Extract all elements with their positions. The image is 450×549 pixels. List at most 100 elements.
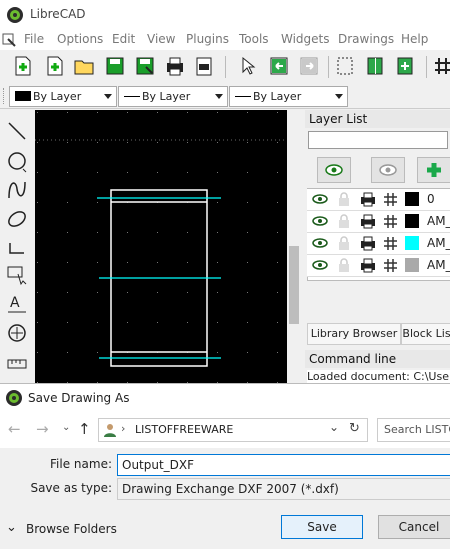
toolbar-separator	[328, 56, 329, 78]
circle-tool-icon[interactable]	[6, 150, 30, 174]
file-name-input[interactable]: Output_DXF	[117, 454, 450, 476]
select-tool-icon[interactable]	[6, 264, 30, 288]
menu-widgets[interactable]: Widgets	[281, 32, 330, 46]
add-block-icon[interactable]	[394, 55, 416, 77]
toolbar-grip	[3, 88, 7, 104]
printer-icon[interactable]	[360, 236, 376, 251]
add-layer-button[interactable]	[417, 157, 450, 183]
dialog-title: Save Drawing As	[28, 391, 130, 405]
redo-icon[interactable]	[298, 55, 320, 77]
printer-icon[interactable]	[360, 192, 376, 207]
grid-icon[interactable]	[432, 55, 450, 77]
new-file-icon[interactable]	[12, 55, 34, 77]
show-all-layers-button[interactable]	[317, 157, 351, 183]
ellipse-tool-icon[interactable]	[6, 208, 30, 230]
eye-hidden-icon	[379, 164, 397, 176]
lock-icon[interactable]	[337, 214, 351, 229]
tab-block-list[interactable]: Block Lis	[401, 323, 450, 345]
pen-type-select[interactable]: By Layer	[229, 86, 348, 107]
block-icon[interactable]	[364, 55, 386, 77]
layer-row[interactable]: AM_	[307, 255, 450, 277]
search-placeholder: Search LISTO	[384, 423, 450, 436]
back-arrow-icon[interactable]: ←	[8, 420, 21, 438]
construction-grid-icon[interactable]	[383, 214, 398, 229]
layer-color-swatch[interactable]	[405, 214, 419, 228]
drawing-canvas[interactable]	[35, 110, 287, 385]
save-type-select[interactable]: Drawing Exchange DXF 2007 (*.dxf)	[117, 478, 450, 500]
printer-icon[interactable]	[360, 214, 376, 229]
browse-folders-toggle[interactable]: ⌄ Browse Folders	[6, 520, 126, 540]
lock-icon[interactable]	[337, 258, 351, 273]
spline-tool-icon[interactable]	[6, 178, 28, 202]
line-tool-icon[interactable]	[6, 120, 28, 142]
svg-text:A: A	[10, 295, 20, 311]
construction-grid-icon[interactable]	[383, 236, 398, 251]
print-preview-icon[interactable]	[193, 55, 215, 77]
layer-row[interactable]: AM_	[307, 211, 450, 233]
open-folder-icon[interactable]	[73, 55, 95, 77]
select-window-icon[interactable]	[334, 55, 356, 77]
menu-view[interactable]: View	[147, 32, 175, 46]
menu-drawings[interactable]: Drawings	[338, 32, 394, 46]
app-menu-icon[interactable]	[2, 33, 16, 47]
cancel-button[interactable]: Cancel	[378, 515, 450, 539]
menu-tools[interactable]: Tools	[239, 32, 269, 46]
layer-color-swatch[interactable]	[405, 192, 419, 206]
path-separator: ›	[121, 422, 126, 435]
layer-row[interactable]: AM_	[307, 233, 450, 255]
up-arrow-icon[interactable]: ↑	[78, 420, 91, 438]
search-box[interactable]: Search LISTO	[377, 418, 450, 442]
toolbar-separator	[225, 56, 226, 78]
text-tool-icon[interactable]: A	[6, 292, 30, 316]
path-dropdown-chevron-icon[interactable]: ⌄	[329, 420, 339, 434]
layer-color-swatch[interactable]	[405, 258, 419, 272]
snap-tool-icon[interactable]	[6, 322, 30, 346]
layer-color-swatch[interactable]	[405, 236, 419, 250]
history-chevron-icon[interactable]: ⌄	[62, 422, 70, 433]
save-button[interactable]: Save	[281, 515, 363, 539]
eye-icon[interactable]	[311, 258, 329, 272]
print-icon[interactable]	[164, 55, 186, 77]
layer-name: AM_	[427, 258, 450, 272]
dimension-tool-icon[interactable]	[6, 352, 30, 376]
lock-icon[interactable]	[337, 236, 351, 251]
lock-icon[interactable]	[337, 192, 351, 207]
polyline-tool-icon[interactable]	[6, 237, 28, 259]
forward-arrow-icon[interactable]: →	[36, 420, 49, 438]
eye-icon[interactable]	[311, 236, 329, 250]
menu-file[interactable]: File	[24, 32, 44, 46]
layer-list-title: Layer List	[309, 112, 368, 126]
menu-options[interactable]: Options	[57, 32, 103, 46]
printer-icon[interactable]	[360, 258, 376, 273]
canvas-vertical-scrollbar[interactable]	[287, 110, 302, 385]
main-toolbar	[0, 50, 450, 85]
plus-icon	[427, 163, 441, 177]
menu-help[interactable]: Help	[401, 32, 428, 46]
layer-list-panel: Layer List 0 AM_ AM_ AM_ Library Browser…	[305, 110, 450, 385]
eye-icon[interactable]	[311, 192, 329, 206]
chevron-down-icon	[104, 94, 112, 99]
address-bar[interactable]: › LISTOFFREEWARE ⌄ ↻	[98, 418, 368, 442]
eye-icon[interactable]	[311, 214, 329, 228]
menu-edit[interactable]: Edit	[112, 32, 135, 46]
pen-width-select[interactable]: By Layer	[118, 86, 228, 107]
select-pointer-icon[interactable]	[236, 55, 258, 77]
save-drawing-dialog: Save Drawing As ← → ⌄ ↑ › LISTOFFREEWARE…	[0, 383, 450, 549]
undo-icon[interactable]	[268, 55, 290, 77]
scrollbar-thumb[interactable]	[289, 246, 299, 324]
file-name-value: Output_DXF	[122, 458, 195, 472]
hide-all-layers-button[interactable]	[371, 157, 405, 183]
save-as-icon[interactable]	[134, 55, 156, 77]
title-bar: LibreCAD	[0, 0, 450, 30]
tab-library-browser[interactable]: Library Browser	[307, 323, 401, 345]
layer-row[interactable]: 0	[307, 189, 450, 211]
menu-plugins[interactable]: Plugins	[186, 32, 229, 46]
construction-grid-icon[interactable]	[383, 192, 398, 207]
new-from-template-icon[interactable]	[44, 55, 66, 77]
refresh-icon[interactable]: ↻	[349, 421, 360, 436]
construction-grid-icon[interactable]	[383, 258, 398, 273]
pen-color-select[interactable]: By Layer	[9, 86, 117, 107]
save-icon[interactable]	[104, 55, 126, 77]
save-type-value: Drawing Exchange DXF 2007 (*.dxf)	[122, 482, 339, 496]
layer-filter-input[interactable]	[308, 131, 448, 149]
